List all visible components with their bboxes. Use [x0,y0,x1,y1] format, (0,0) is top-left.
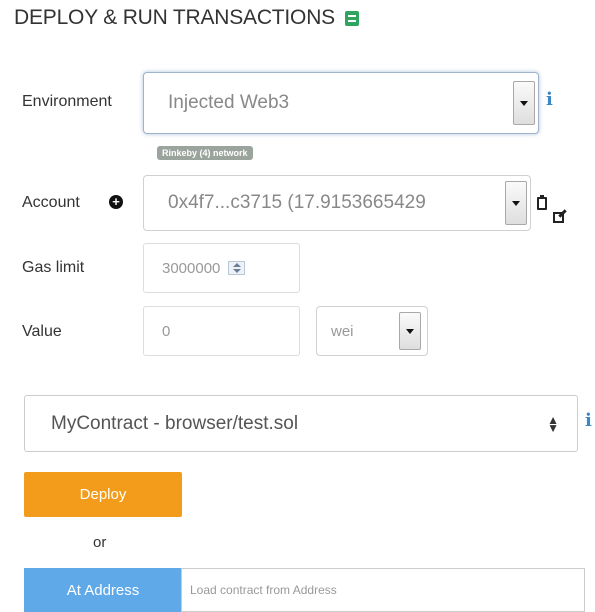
gas-limit-input[interactable]: 3000000 [143,243,300,293]
account-select[interactable]: 0x4f7...c3715 (17.9153665429 [143,175,531,231]
gas-limit-value: 3000000 [162,259,221,277]
chevron-down-icon [520,100,528,106]
account-select-value: 0x4f7...c3715 (17.9153665429 [168,192,426,213]
plugin-icon [344,10,359,26]
panel-title-text: DEPLOY & RUN TRANSACTIONS [14,6,335,29]
account-label: Account [22,194,80,211]
environment-select[interactable]: Injected Web3 [143,72,539,134]
contract-address-placeholder: Load contract from Address [190,583,337,597]
gas-limit-label: Gas limit [22,259,85,276]
deploy-button[interactable]: Deploy [24,472,182,517]
contract-address-input[interactable]: Load contract from Address [181,568,585,612]
edit-icon[interactable] [553,209,567,223]
contract-select[interactable]: MyContract - browser/test.sol ▲ ▼ [24,395,578,452]
value-amount: 0 [162,322,171,340]
value-unit: wei [331,322,354,340]
sort-updown-icon: ▲ ▼ [547,412,559,435]
environment-info-icon[interactable]: i [546,89,553,110]
at-address-button[interactable]: At Address [24,568,182,612]
value-unit-select[interactable]: wei [316,306,428,356]
number-stepper-icon[interactable] [228,261,246,275]
value-label: Value [22,323,62,340]
environment-label: Environment [22,93,112,110]
account-dropdown-button[interactable] [505,181,527,225]
or-separator: or [93,534,107,551]
unit-dropdown-button[interactable] [399,312,421,350]
contract-select-value: MyContract - browser/test.sol [51,412,299,434]
chevron-down-icon [406,328,414,334]
panel-title: DEPLOY & RUN TRANSACTIONS [14,6,359,30]
value-input[interactable]: 0 [143,306,300,356]
contract-info-icon[interactable]: i [585,410,592,431]
copy-address-icon[interactable] [537,195,547,210]
environment-select-value: Injected Web3 [168,92,290,113]
chevron-down-icon [512,200,520,206]
add-account-icon[interactable]: + [109,195,123,209]
network-badge: Rinkeby (4) network [157,146,253,160]
environment-dropdown-button[interactable] [513,81,535,125]
